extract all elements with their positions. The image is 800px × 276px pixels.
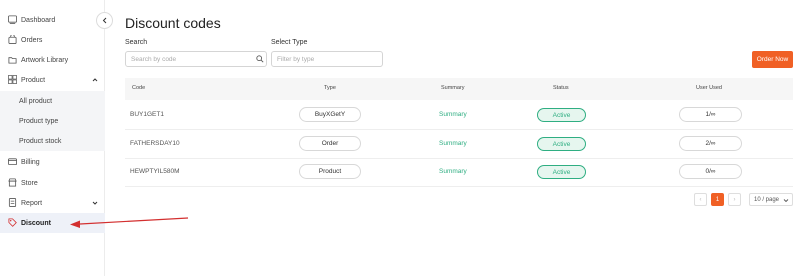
summary-link[interactable]: Summary	[439, 111, 467, 118]
search-label: Search	[125, 39, 148, 46]
sidebar-subitem-label: Product type	[19, 117, 59, 125]
sidebar-item-label: Product	[21, 76, 46, 84]
sidebar-item-store[interactable]: Store	[0, 173, 105, 193]
column-header-status: Status	[553, 85, 569, 91]
sidebar-item-label: Billing	[21, 158, 40, 166]
orders-icon	[8, 35, 17, 44]
discount-code: HEWPTYIL580M	[130, 168, 180, 175]
discount-code: FATHERSDAY10	[130, 140, 180, 147]
sidebar-subitem-all-product[interactable]: All product	[0, 91, 105, 111]
next-page-button[interactable]: ›	[728, 193, 741, 206]
type-filter-input[interactable]	[271, 51, 383, 67]
column-header-type: Type	[324, 85, 336, 91]
billing-icon	[8, 158, 17, 166]
table-row: FATHERSDAY10 Order Summary Active 2/∞	[125, 130, 793, 159]
sidebar-item-label: Discount	[21, 219, 51, 227]
discount-tag-icon	[8, 218, 17, 227]
type-badge: Order	[299, 136, 361, 151]
status-badge: Active	[537, 108, 586, 122]
chevron-down-icon[interactable]	[92, 200, 98, 206]
report-icon	[8, 198, 17, 207]
sidebar-item-label: Dashboard	[21, 16, 56, 24]
sidebar-item-orders[interactable]: Orders	[0, 30, 105, 50]
dashboard-icon	[8, 15, 17, 24]
order-now-button[interactable]: Order Now	[752, 51, 793, 68]
user-used-badge: 0/∞	[679, 164, 742, 179]
chevron-down-icon	[783, 199, 789, 203]
table-row: HEWPTYIL580M Product Summary Active 0/∞	[125, 158, 793, 187]
page-size-select[interactable]: 10 / page	[749, 193, 793, 206]
search-input[interactable]	[125, 51, 267, 67]
sidebar-item-artwork-library[interactable]: Artwork Library	[0, 50, 105, 70]
sidebar-item-discount[interactable]: Discount	[0, 213, 105, 233]
sidebar-subitem-product-stock[interactable]: Product stock	[0, 131, 105, 151]
page-title: Discount codes	[125, 15, 221, 31]
type-badge: BuyXGetY	[299, 107, 361, 122]
store-icon	[8, 178, 17, 187]
sidebar-item-billing[interactable]: Billing	[0, 152, 105, 172]
column-header-summary: Summary	[441, 85, 465, 91]
sidebar-item-product[interactable]: Product	[0, 70, 105, 90]
sidebar-subitem-label: Product stock	[19, 137, 62, 145]
product-icon	[8, 75, 17, 84]
table-header: Code Type Summary Status User Used	[125, 78, 793, 100]
status-badge: Active	[537, 137, 586, 151]
summary-link[interactable]: Summary	[439, 140, 467, 147]
user-used-badge: 1/∞	[679, 107, 742, 122]
sidebar-item-label: Artwork Library	[21, 56, 69, 64]
prev-page-button[interactable]: ‹	[694, 193, 707, 206]
sidebar-item-label: Store	[21, 179, 38, 187]
column-header-user-used: User Used	[696, 85, 722, 91]
sidebar-item-label: Orders	[21, 36, 43, 44]
sidebar-item-label: Report	[21, 199, 43, 207]
sidebar-collapse-button[interactable]	[96, 12, 113, 29]
chevron-up-icon[interactable]	[92, 77, 98, 83]
sidebar-subitem-product-type[interactable]: Product type	[0, 111, 105, 131]
page-1-button[interactable]: 1	[711, 193, 724, 206]
sidebar-subitem-label: All product	[19, 97, 53, 105]
type-badge: Product	[299, 164, 361, 179]
sidebar: Dashboard Orders Artwork Library Product…	[0, 0, 105, 276]
summary-link[interactable]: Summary	[439, 168, 467, 175]
discount-code: BUY1GET1	[130, 111, 164, 118]
search-icon[interactable]	[256, 55, 264, 63]
sidebar-item-report[interactable]: Report	[0, 193, 105, 213]
user-used-badge: 2/∞	[679, 136, 742, 151]
artwork-library-icon	[8, 57, 17, 64]
column-header-code: Code	[132, 85, 146, 91]
page-size-value: 10 / page	[754, 196, 780, 203]
type-label: Select Type	[271, 39, 308, 46]
sidebar-item-dashboard[interactable]: Dashboard	[0, 10, 105, 30]
chevron-left-icon	[102, 17, 106, 24]
table-row: BUY1GET1 BuyXGetY Summary Active 1/∞	[125, 101, 793, 130]
status-badge: Active	[537, 165, 586, 179]
